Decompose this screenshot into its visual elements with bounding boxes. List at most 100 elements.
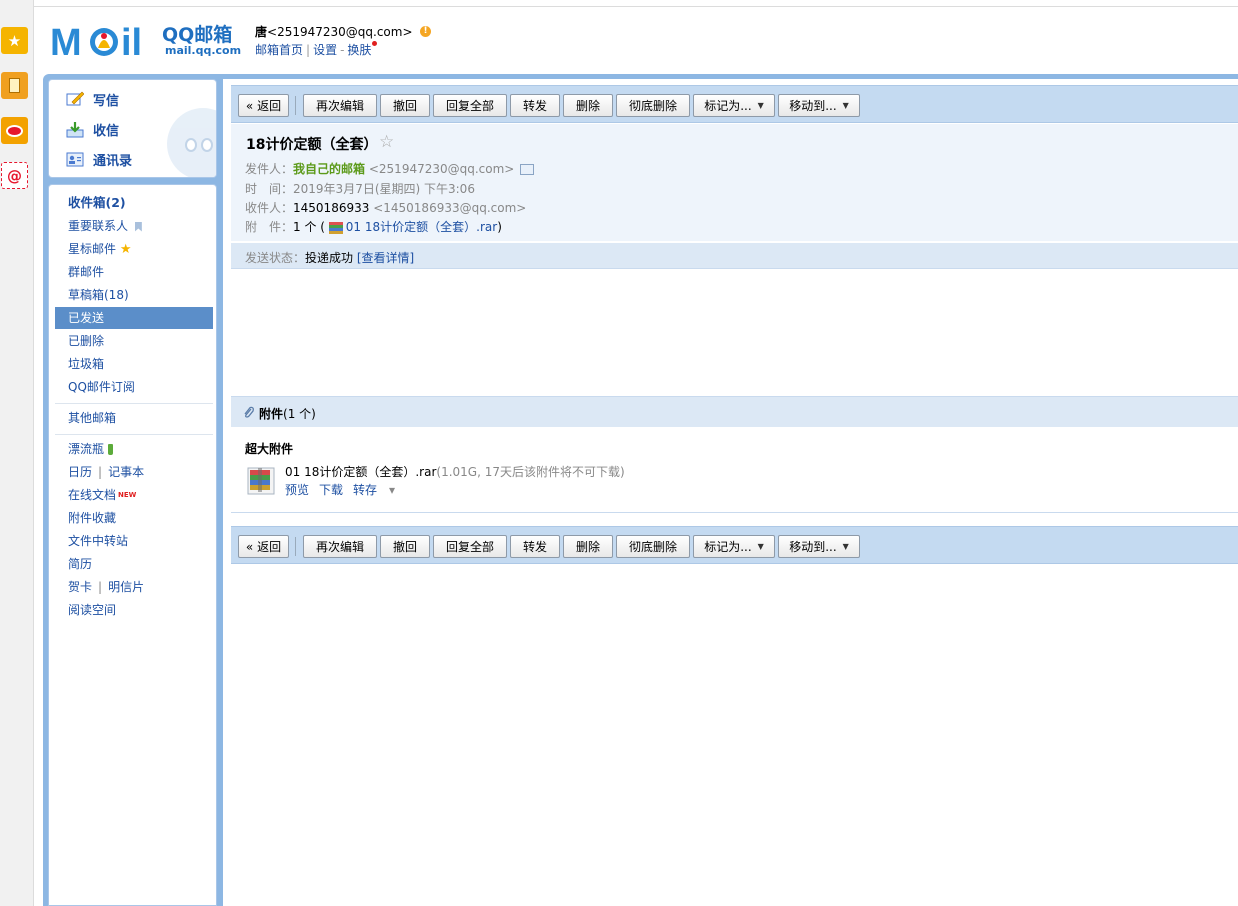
back-button[interactable]: « 返回 — [238, 535, 289, 558]
folder-group[interactable]: 群邮件 — [55, 261, 213, 283]
bottle-icon — [107, 444, 113, 455]
folder-spam[interactable]: 垃圾箱 — [55, 353, 213, 375]
attachments-label: 附件 — [259, 407, 284, 421]
compose-button[interactable]: 写信 — [65, 88, 119, 110]
notebook-icon[interactable] — [1, 72, 28, 99]
app-bottle[interactable]: 漂流瓶 — [55, 438, 213, 460]
folder-important-contacts[interactable]: 重要联系人 — [55, 215, 213, 237]
preview-link[interactable]: 预览 — [285, 483, 309, 497]
top-links: 邮箱首页 | 设置 - 换肤 — [255, 41, 378, 58]
time-value: 2019年3月7日(星期四) 下午3:06 — [293, 182, 475, 196]
folder-important-label: 重要联系人 — [68, 219, 129, 233]
reedit-button[interactable]: 再次编辑 — [303, 94, 377, 117]
download-link[interactable]: 下载 — [319, 483, 343, 497]
reply-all-button[interactable]: 回复全部 — [433, 535, 507, 558]
settings-link[interactable]: 设置 — [313, 43, 337, 57]
app-postcards[interactable]: 明信片 — [108, 580, 144, 594]
delete-permanently-button[interactable]: 彻底删除 — [616, 94, 690, 117]
attachment-filename[interactable]: 01 18计价定额（全套）.rar — [285, 465, 436, 479]
svg-text:il: il — [121, 22, 142, 60]
folder-sent[interactable]: 已发送 — [55, 307, 213, 329]
folder-divider — [55, 434, 213, 435]
app-attachment-favorites[interactable]: 附件收藏 — [55, 507, 213, 529]
folder-deleted[interactable]: 已删除 — [55, 330, 213, 352]
compose-pen-icon — [65, 90, 85, 108]
app-bottle-label: 漂流瓶 — [68, 442, 105, 456]
mailbox-home-link[interactable]: 邮箱首页 — [255, 43, 303, 57]
reedit-button[interactable]: 再次编辑 — [303, 535, 377, 558]
skin-link[interactable]: 换肤 — [347, 43, 371, 57]
mark-as-label: 标记为... — [704, 540, 752, 554]
favorites-star-icon[interactable]: ★ — [1, 27, 28, 54]
mail-from-row: 发件人：我自己的邮箱 <251947230@qq.com> — [245, 160, 535, 177]
delete-button[interactable]: 删除 — [563, 535, 613, 558]
recall-button[interactable]: 撤回 — [380, 94, 430, 117]
app-file-transfer[interactable]: 文件中转站 — [55, 530, 213, 552]
app-reading[interactable]: 阅读空间 — [55, 599, 213, 621]
folder-divider — [55, 403, 213, 404]
forward-button[interactable]: 转发 — [510, 94, 560, 117]
reply-all-button[interactable]: 回复全部 — [433, 94, 507, 117]
status-details-link[interactable]: [查看详情] — [357, 251, 414, 265]
back-button[interactable]: « 返回 — [238, 94, 289, 117]
folder-panel: 收件箱(2) 重要联系人 星标邮件 ★ 群邮件 草稿箱(18) 已发送 已删除 … — [48, 184, 217, 906]
rar-archive-icon — [247, 467, 275, 495]
penguin-watermark-icon — [167, 108, 216, 177]
brand-url: mail.qq.com — [165, 44, 242, 57]
folder-starred[interactable]: 星标邮件 ★ — [55, 238, 213, 260]
app-sidebar: ★ @ — [0, 0, 34, 906]
from-name[interactable]: 我自己的邮箱 — [293, 162, 365, 176]
mail-logo[interactable]: M il — [50, 22, 158, 60]
contact-card-icon[interactable] — [520, 164, 535, 175]
move-to-dropdown[interactable]: 移动到... ▼ — [778, 535, 860, 558]
mail-toolbar-bottom: « 返回 再次编辑 撤回 回复全部 转发 删除 彻底删除 标记为... ▼ 移动到… — [231, 526, 1238, 564]
inbox-label: 收信 — [93, 123, 120, 139]
folder-inbox[interactable]: 收件箱(2) — [55, 192, 213, 214]
app-docs[interactable]: 在线文档 NEW — [55, 484, 213, 506]
mail-subject: 18计价定额（全套） — [246, 137, 378, 153]
chevron-down-icon: ▼ — [842, 542, 849, 551]
mail-logo-mark: M il — [50, 22, 142, 60]
delete-button[interactable]: 删除 — [563, 94, 613, 117]
app-notes[interactable]: 记事本 — [108, 465, 144, 479]
to-name[interactable]: 1450186933 — [293, 201, 369, 215]
inbox-button[interactable]: 收信 — [65, 118, 119, 140]
app-docs-label: 在线文档 — [68, 488, 117, 502]
svg-text:M: M — [50, 22, 82, 60]
star-icon: ★ — [119, 242, 132, 257]
quick-actions-panel: 写信 收信 通讯录 — [48, 79, 217, 178]
chevron-down-icon: ▼ — [757, 542, 764, 551]
mark-as-dropdown[interactable]: 标记为... ▼ — [693, 94, 775, 117]
receive-download-icon — [65, 120, 85, 138]
forward-button[interactable]: 转发 — [510, 535, 560, 558]
chevron-down-icon: ▼ — [842, 101, 849, 110]
app-resume[interactable]: 简历 — [55, 553, 213, 575]
recall-button[interactable]: 撤回 — [380, 535, 430, 558]
folder-other-mailboxes[interactable]: 其他邮箱 — [55, 407, 213, 429]
save-to-label: 转存 — [353, 483, 378, 497]
notice-icon[interactable]: ! — [420, 26, 431, 37]
attachment-link[interactable]: 01 18计价定额（全套）.rar — [346, 220, 497, 234]
attachment-file: 01 18计价定额（全套）.rar(1.01G, 17天后该附件将不可下载) — [285, 463, 625, 480]
weibo-icon[interactable] — [1, 117, 28, 144]
save-to-dropdown[interactable]: 转存 ▾ — [353, 483, 405, 497]
mail-to-row: 收件人：1450186933 <1450186933@qq.com> — [245, 199, 526, 216]
contacts-button[interactable]: 通讯录 — [65, 148, 132, 170]
mail-toolbar-top: « 返回 再次编辑 撤回 回复全部 转发 删除 彻底删除 标记为... ▼ 移动到… — [231, 85, 1238, 123]
user-email: <251947230@qq.com> — [267, 25, 413, 39]
mail-time-row: 时 间：2019年3月7日(星期四) 下午3:06 — [245, 180, 475, 197]
move-to-dropdown[interactable]: 移动到... ▼ — [778, 94, 860, 117]
app-calendar[interactable]: 日历 — [68, 465, 92, 479]
brand-name: QQ邮箱 — [162, 24, 233, 46]
mark-as-dropdown[interactable]: 标记为... ▼ — [693, 535, 775, 558]
status-label: 发送状态： — [245, 251, 306, 265]
star-toggle-icon[interactable]: ☆ — [379, 132, 394, 152]
folder-drafts[interactable]: 草稿箱(18) — [55, 284, 213, 306]
app-cards[interactable]: 贺卡 — [68, 580, 92, 594]
attachments-count: (1 个) — [283, 407, 316, 421]
mail-at-icon[interactable]: @ — [1, 162, 28, 189]
folder-subscriptions[interactable]: QQ邮件订阅 — [55, 376, 213, 398]
toolbar-separator — [295, 537, 296, 556]
toolbar-separator — [295, 96, 296, 115]
delete-permanently-button[interactable]: 彻底删除 — [616, 535, 690, 558]
